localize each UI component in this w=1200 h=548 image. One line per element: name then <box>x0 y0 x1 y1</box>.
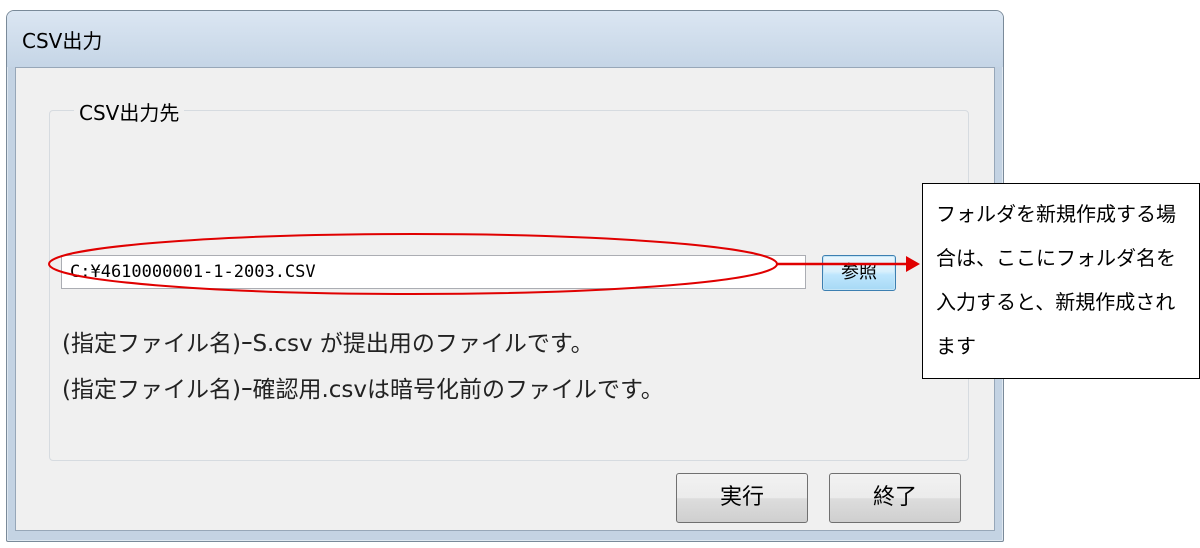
info-text-submission: (指定ファイル名)ｰS.csv が提出用のファイルです。 <box>62 331 594 357</box>
window-title: CSV出力 <box>22 29 103 53</box>
browse-button[interactable]: 参照 <box>822 255 896 291</box>
info-text-confirmation: (指定ファイル名)ｰ確認用.csvは暗号化前のファイルです。 <box>62 377 664 403</box>
annotation-callout: フォルダを新規作成する場合は、ここにフォルダ名を入力すると、新規作成されます <box>922 183 1200 379</box>
title-bar[interactable]: CSV出力 <box>7 11 1003 67</box>
run-button[interactable]: 実行 <box>676 473 808 523</box>
exit-button[interactable]: 終了 <box>829 473 961 523</box>
dialog-body: CSV出力先 C:¥4610000001-1-2003.CSV 参照 (指定ファ… <box>15 67 995 531</box>
csv-export-dialog: CSV出力 CSV出力先 C:¥4610000001-1-2003.CSV 参照… <box>6 10 1004 542</box>
annotation-text: フォルダを新規作成する場合は、ここにフォルダ名を入力すると、新規作成されます <box>936 202 1176 358</box>
group-legend: CSV出力先 <box>74 97 185 126</box>
output-path-input[interactable]: C:¥4610000001-1-2003.CSV <box>61 255 806 289</box>
